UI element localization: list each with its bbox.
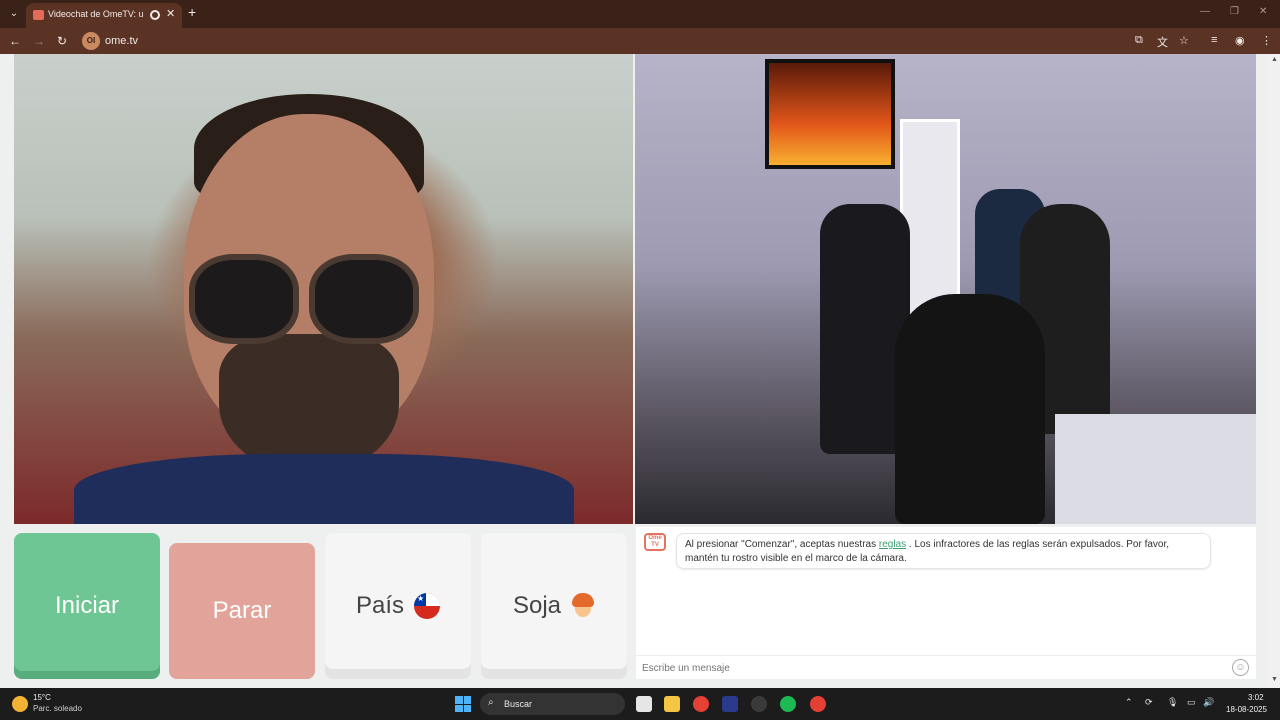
display-icon[interactable]: ▭ — [1187, 697, 1196, 708]
clock-app-icon[interactable] — [751, 696, 767, 712]
fireplace-tv — [765, 59, 895, 169]
scroll-up-icon[interactable]: ▲ — [1271, 56, 1278, 63]
arrow-left-icon[interactable]: ← — [9, 34, 21, 48]
message-input[interactable] — [642, 661, 1222, 675]
media-icon[interactable]: ≡ — [1211, 34, 1217, 46]
boy-avatar-icon — [571, 593, 595, 619]
country-button-label: País — [355, 592, 405, 619]
file-explorer-icon[interactable] — [664, 696, 680, 712]
browser-toolbar: ← → ↻ OI ome.tv ⧉ 文 ☆ ≡ ◉ ⋮ — [0, 28, 1280, 54]
tab-title: Videochat de OmeTV: uno — [48, 9, 144, 19]
stranger-video — [14, 54, 633, 524]
emoji-icon[interactable]: ☺ — [1232, 659, 1249, 676]
stop-button[interactable]: Parar — [169, 543, 315, 679]
ometv-favicon-icon — [33, 10, 44, 20]
reload-icon[interactable]: ↻ — [57, 34, 67, 48]
clock-time[interactable]: 3:02 — [1248, 693, 1264, 702]
start-button-label: Iniciar — [54, 592, 120, 619]
start-button[interactable]: Iniciar — [14, 533, 160, 679]
scroll-down-icon[interactable]: ▼ — [1271, 676, 1278, 683]
video-subject-beard — [219, 334, 399, 474]
site-info-icon[interactable]: OI — [82, 32, 100, 50]
chrome-active-icon[interactable] — [810, 696, 826, 712]
system-message: Al presionar "Comenzar", aceptas nuestra… — [676, 533, 1211, 569]
ometv-logo-icon: Ome TV — [644, 533, 666, 551]
app-icon[interactable] — [722, 696, 738, 712]
recording-icon — [150, 10, 160, 20]
search-placeholder: Buscar — [504, 699, 533, 709]
chat-panel: Ome TV Al presionar "Comenzar", aceptas … — [636, 527, 1256, 679]
arrow-right-icon[interactable]: → — [33, 34, 45, 48]
stop-button-label: Parar — [212, 597, 272, 624]
weather-sun-icon[interactable] — [12, 696, 28, 712]
clock-date[interactable]: 18-08-2025 — [1226, 705, 1267, 714]
star-icon[interactable]: ☆ — [1179, 34, 1189, 47]
browser-tab[interactable]: Videochat de OmeTV: uno ✕ — [26, 3, 182, 28]
restore-icon[interactable]: ❐ — [1230, 6, 1239, 17]
message-prefix: Al presionar "Comenzar", aceptas nuestra… — [685, 539, 877, 550]
close-icon[interactable]: ✕ — [166, 7, 175, 20]
video-subject-jacket — [74, 454, 574, 524]
message-input-bar: ☺ — [636, 655, 1256, 679]
taskbar-search[interactable]: ⌕ Buscar — [480, 693, 625, 715]
weather-temperature[interactable]: 15°C — [33, 693, 51, 702]
browser-tab-bar: ⌄ Videochat de OmeTV: uno ✕ + — ❐ ✕ — [0, 0, 1280, 28]
person-leaning — [895, 294, 1045, 524]
url-text[interactable]: ome.tv — [105, 35, 138, 47]
gender-button[interactable]: Soja — [481, 533, 627, 679]
spotify-icon[interactable] — [780, 696, 796, 712]
cast-icon[interactable]: ⧉ — [1135, 34, 1143, 47]
window-close-icon[interactable]: ✕ — [1259, 6, 1267, 17]
translate-icon[interactable]: 文 — [1157, 34, 1168, 50]
search-icon: ⌕ — [488, 697, 494, 708]
minimize-icon[interactable]: — — [1200, 6, 1210, 17]
chile-flag-icon: ★ — [414, 593, 441, 619]
address-bar[interactable]: OI ome.tv — [80, 31, 1200, 52]
gender-button-label: Soja — [512, 592, 562, 619]
scrollbar[interactable]: ▲ ▼ — [1268, 54, 1280, 688]
speaker-icon[interactable]: 🔊 — [1203, 697, 1214, 708]
country-button[interactable]: País ★ — [325, 533, 471, 679]
sync-icon[interactable]: ⟳ — [1145, 697, 1153, 708]
chevron-down-icon[interactable]: ⌄ — [6, 6, 22, 22]
chevron-up-icon[interactable]: ⌃ — [1125, 697, 1133, 708]
weather-description[interactable]: Parc. soleado — [33, 704, 82, 713]
sunglasses-left-lens — [189, 254, 299, 344]
task-view-icon[interactable] — [636, 696, 652, 712]
own-camera-video — [635, 54, 1256, 524]
kebab-menu-icon[interactable]: ⋮ — [1261, 34, 1272, 47]
gaming-desk — [1055, 414, 1256, 524]
microphone-icon[interactable]: 🎙 — [1167, 697, 1178, 708]
rules-link[interactable]: reglas — [879, 539, 906, 550]
windows-start-icon[interactable] — [455, 696, 471, 712]
sunglasses-right-lens — [309, 254, 419, 344]
windows-taskbar: 15°C Parc. soleado ⌕ Buscar ⌃ ⟳ 🎙 ▭ 🔊 3:… — [0, 688, 1280, 720]
chrome-icon[interactable] — [693, 696, 709, 712]
plus-icon[interactable]: + — [188, 4, 196, 20]
profile-icon[interactable]: ◉ — [1235, 34, 1245, 47]
